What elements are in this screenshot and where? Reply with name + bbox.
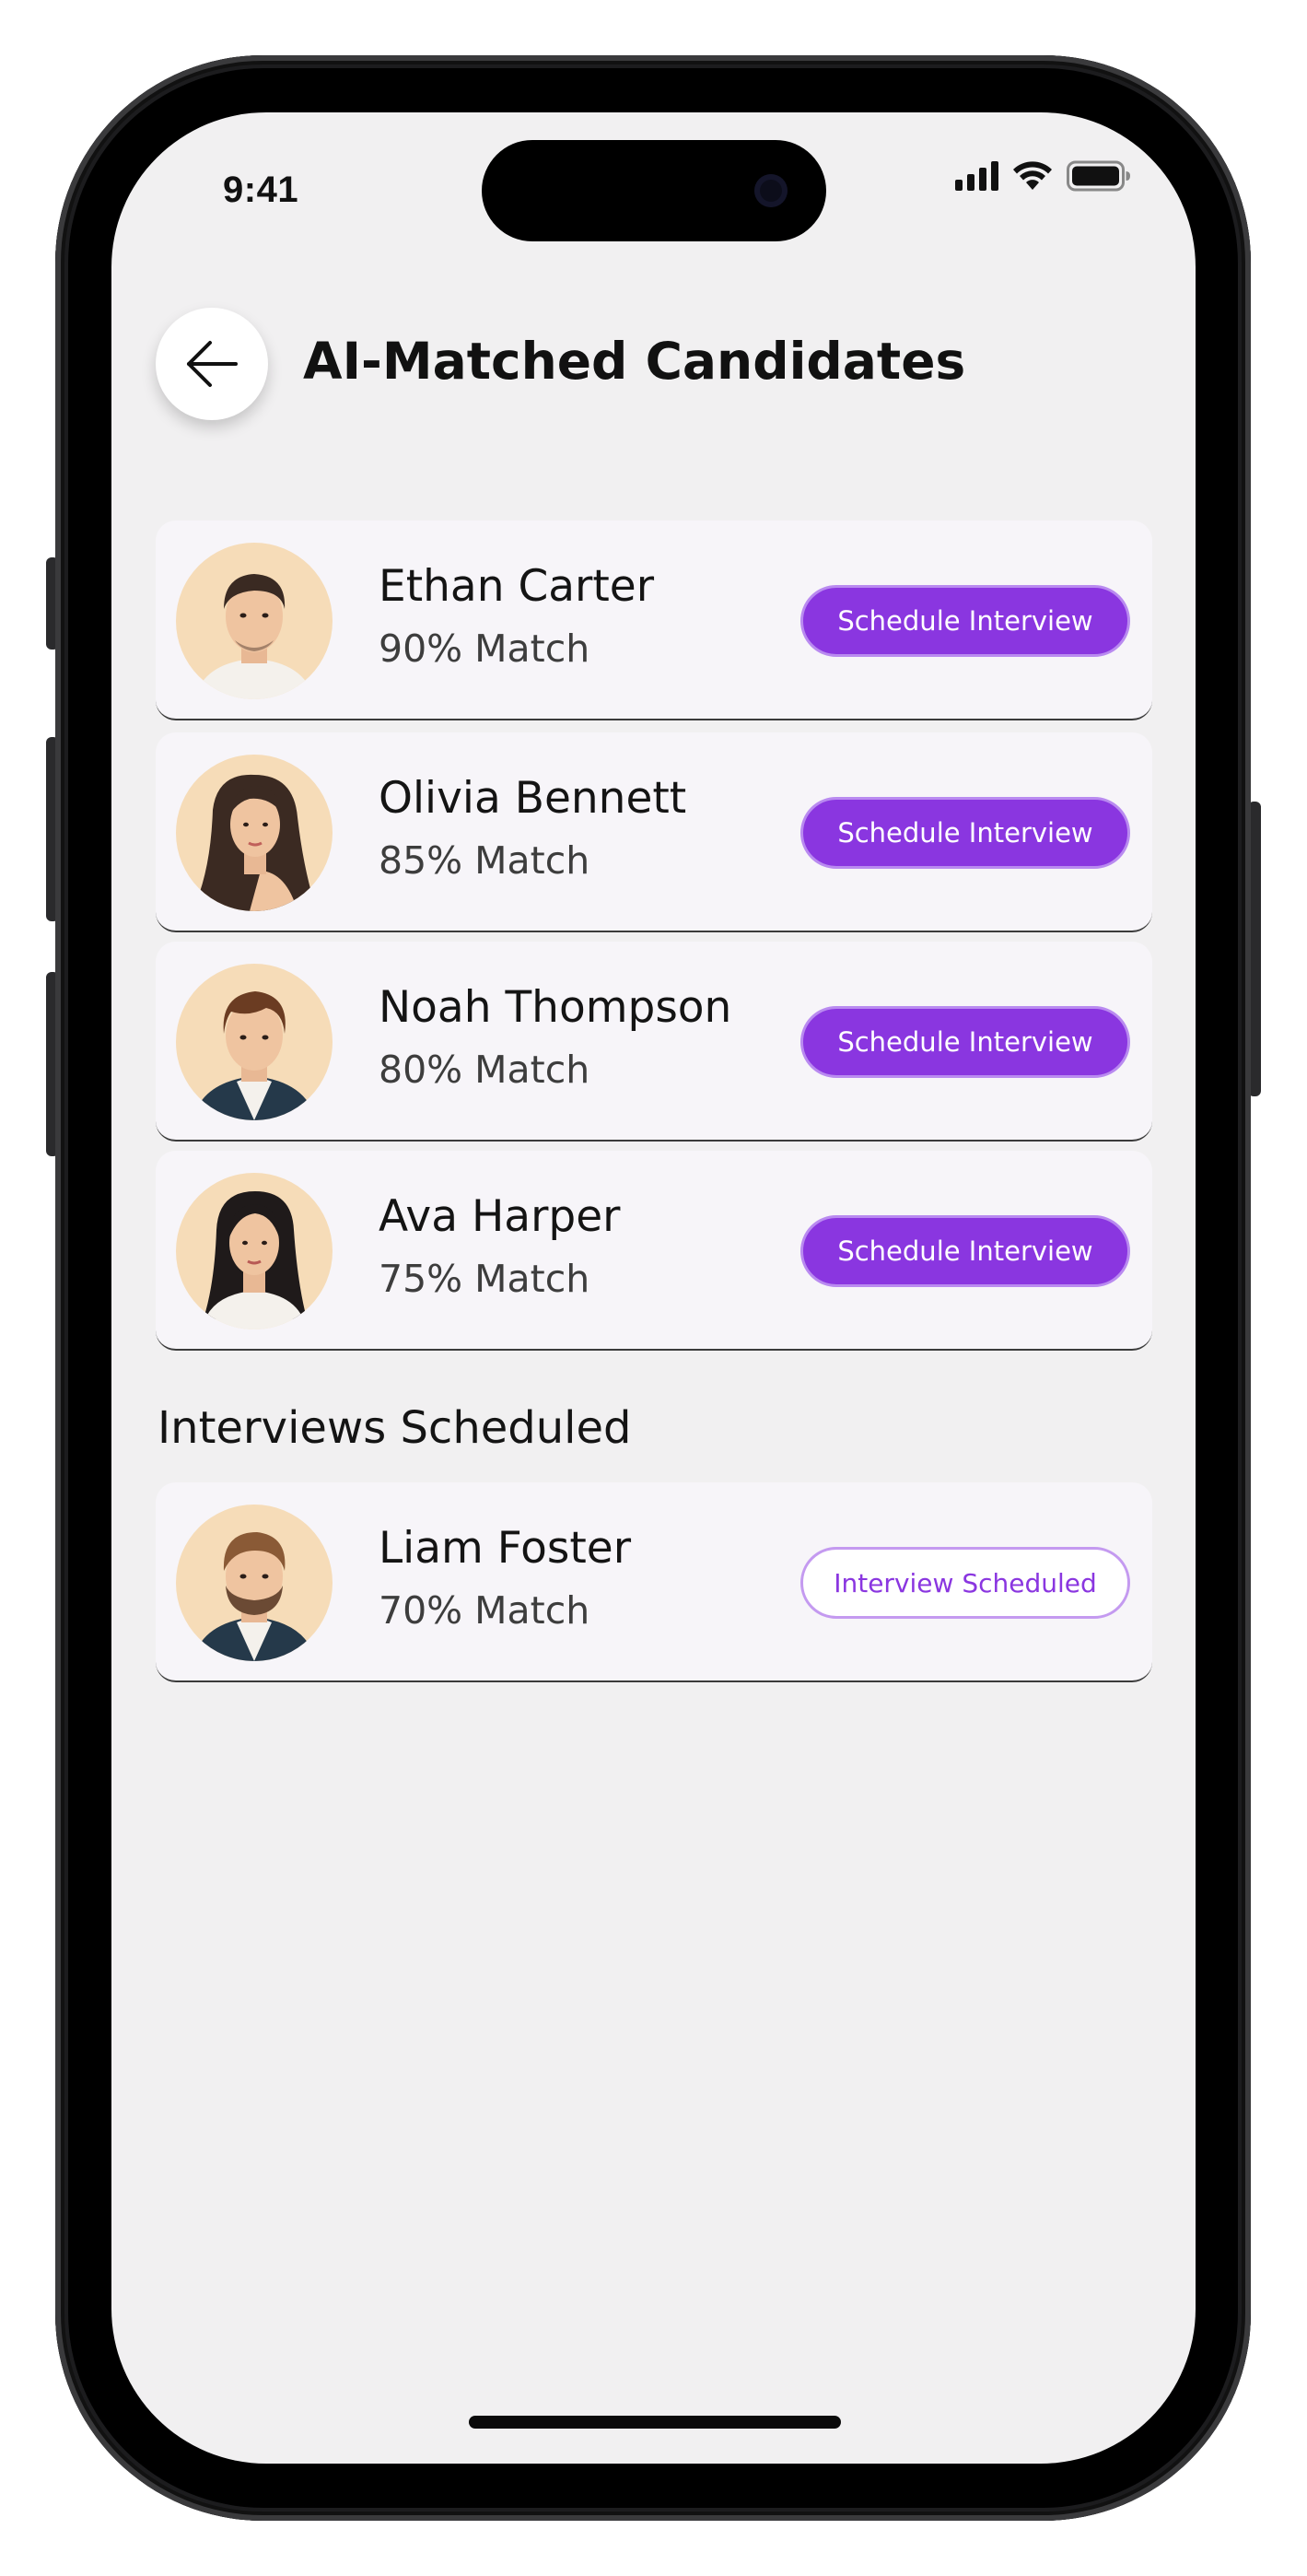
- man-beard-avatar: [176, 1505, 333, 1661]
- candidate-name: Liam Foster: [379, 1523, 632, 1574]
- candidate-card[interactable]: Noah Thompson 80% Match Schedule Intervi…: [156, 942, 1152, 1142]
- arrow-left-icon: [187, 341, 238, 387]
- dynamic-island: [482, 140, 826, 241]
- candidate-name: Ava Harper: [379, 1191, 621, 1242]
- candidate-card[interactable]: Ava Harper 75% Match Schedule Interview: [156, 1151, 1152, 1351]
- device-mockup: 9:41 AI-Matched Candidates Ethan Carter …: [0, 0, 1307, 2576]
- match-percentage: 80% Match: [379, 1048, 590, 1092]
- man-jacket-avatar: [176, 964, 333, 1120]
- wifi-icon: [1013, 161, 1052, 190]
- schedule-interview-button[interactable]: Schedule Interview: [800, 1006, 1130, 1078]
- match-percentage: 70% Match: [379, 1588, 590, 1633]
- schedule-interview-button[interactable]: Schedule Interview: [800, 585, 1130, 657]
- scheduled-candidate-card[interactable]: Liam Foster 70% Match Interview Schedule…: [156, 1482, 1152, 1682]
- interview-scheduled-badge[interactable]: Interview Scheduled: [800, 1547, 1130, 1619]
- woman-long-hair-avatar: [176, 755, 333, 911]
- man-short-hair-avatar: [176, 543, 333, 699]
- home-indicator[interactable]: [469, 2416, 841, 2429]
- match-percentage: 90% Match: [379, 626, 590, 671]
- match-percentage: 75% Match: [379, 1257, 590, 1301]
- status-icons: [955, 160, 1131, 192]
- cellular-signal-icon: [955, 161, 998, 191]
- page-title: AI-Matched Candidates: [303, 332, 966, 391]
- section-heading: Interviews Scheduled: [158, 1402, 632, 1454]
- app-screen: 9:41 AI-Matched Candidates Ethan Carter …: [111, 112, 1196, 2464]
- schedule-interview-button[interactable]: Schedule Interview: [800, 1215, 1130, 1287]
- woman-dark-hair-avatar: [176, 1173, 333, 1329]
- candidate-card[interactable]: Ethan Carter 90% Match Schedule Intervie…: [156, 521, 1152, 720]
- status-time: 9:41: [223, 170, 299, 210]
- candidate-name: Olivia Bennett: [379, 773, 687, 824]
- battery-icon: [1067, 160, 1130, 192]
- candidate-name: Ethan Carter: [379, 561, 655, 612]
- front-camera: [754, 174, 788, 207]
- back-button[interactable]: [156, 308, 268, 420]
- schedule-interview-button[interactable]: Schedule Interview: [800, 797, 1130, 869]
- candidate-card[interactable]: Olivia Bennett 85% Match Schedule Interv…: [156, 732, 1152, 932]
- candidate-name: Noah Thompson: [379, 982, 732, 1033]
- match-percentage: 85% Match: [379, 838, 590, 883]
